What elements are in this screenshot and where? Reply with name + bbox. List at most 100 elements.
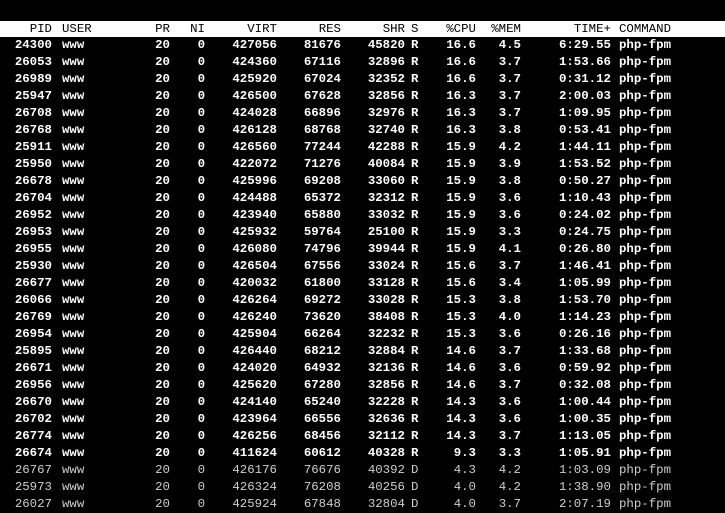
process-nice: 0 xyxy=(197,480,205,494)
process-command: php-fpm xyxy=(619,361,672,375)
process-priority: 20 xyxy=(155,412,170,426)
process-shr: 32352 xyxy=(367,72,405,86)
process-user: www xyxy=(62,344,85,358)
process-row[interactable]: 26053 www 20 0 424360 67116 32896 R 16.6 3.7 1:53.… xyxy=(0,54,725,71)
column-header-cpu[interactable]: %CPU xyxy=(423,21,476,37)
column-header-virt[interactable]: VIRT xyxy=(205,21,277,37)
process-pid: 26767 xyxy=(14,463,52,477)
process-shr: 32976 xyxy=(367,106,405,120)
process-cpu: 15.9 xyxy=(446,140,476,154)
process-nice: 0 xyxy=(197,89,205,103)
process-time: 1:05.99 xyxy=(558,276,611,290)
process-pid: 26768 xyxy=(14,123,52,137)
column-header-pid[interactable]: PID xyxy=(0,21,52,37)
process-mem: 3.6 xyxy=(498,327,521,341)
process-state: R xyxy=(411,140,419,154)
process-pid: 26678 xyxy=(14,174,52,188)
process-row[interactable]: 25973 www 20 0 426324 76208 40256 D 4.0 4.2 1:38.9… xyxy=(0,479,725,496)
process-row[interactable]: 26774 www 20 0 426256 68456 32112 R 14.3 3.7 1:13.… xyxy=(0,428,725,445)
process-row[interactable]: 26066 www 20 0 426264 69272 33028 R 15.3 3.8 1:53.… xyxy=(0,292,725,309)
process-mem: 4.0 xyxy=(498,310,521,324)
process-row[interactable]: 25930 www 20 0 426504 67556 33024 R 15.6 3.7 1:46.… xyxy=(0,258,725,275)
process-virt: 423964 xyxy=(232,412,277,426)
column-header-time[interactable]: TIME+ xyxy=(521,21,611,37)
process-user: www xyxy=(62,225,85,239)
process-pid: 26677 xyxy=(14,276,52,290)
process-row[interactable]: 26954 www 20 0 425904 66264 32232 R 15.3 3.6 0:26.… xyxy=(0,326,725,343)
process-row[interactable]: 26769 www 20 0 426240 73620 38408 R 15.3 4.0 1:14.… xyxy=(0,309,725,326)
process-res: 73620 xyxy=(303,310,341,324)
column-header-mem[interactable]: %MEM xyxy=(476,21,521,37)
process-command: php-fpm xyxy=(619,412,672,426)
process-row[interactable]: 25895 www 20 0 426440 68212 32884 R 14.6 3.7 1:33.… xyxy=(0,343,725,360)
process-row[interactable]: 25950 www 20 0 422072 71276 40084 R 15.9 3.9 1:53.… xyxy=(0,156,725,173)
column-header-shr[interactable]: SHR xyxy=(341,21,405,37)
process-row[interactable]: 26027 www 20 0 425924 67848 32804 D 4.0 3.7 2:07.1… xyxy=(0,496,725,513)
process-time: 0:59.92 xyxy=(558,361,611,375)
process-state: R xyxy=(411,446,419,460)
process-res: 67024 xyxy=(303,72,341,86)
column-header-priority[interactable]: PR xyxy=(120,21,170,37)
column-header-command[interactable]: COMMAND xyxy=(619,21,725,37)
process-shr: 33028 xyxy=(367,293,405,307)
process-row[interactable]: 26768 www 20 0 426128 68768 32740 R 16.3 3.8 0:53.… xyxy=(0,122,725,139)
column-header-res[interactable]: RES xyxy=(277,21,341,37)
process-row[interactable]: 26671 www 20 0 424020 64932 32136 R 14.6 3.6 0:59.… xyxy=(0,360,725,377)
process-time: 1:46.41 xyxy=(558,259,611,273)
process-virt: 426176 xyxy=(232,463,277,477)
column-header-state[interactable]: S xyxy=(411,21,423,37)
process-priority: 20 xyxy=(155,157,170,171)
process-command: php-fpm xyxy=(619,497,672,511)
process-mem: 3.7 xyxy=(498,89,521,103)
process-virt: 423940 xyxy=(232,208,277,222)
process-pid: 24300 xyxy=(14,38,52,52)
process-row[interactable]: 26989 www 20 0 425920 67024 32352 R 16.6 3.7 0:31.… xyxy=(0,71,725,88)
process-res: 66264 xyxy=(303,327,341,341)
process-user: www xyxy=(62,361,85,375)
process-res: 67280 xyxy=(303,378,341,392)
process-priority: 20 xyxy=(155,429,170,443)
process-row[interactable]: 24300 www 20 0 427056 81676 45820 R 16.6 4.5 6:29.… xyxy=(0,37,725,54)
column-header-nice[interactable]: NI xyxy=(170,21,205,37)
process-time: 1:14.23 xyxy=(558,310,611,324)
process-state: R xyxy=(411,259,419,273)
process-row[interactable]: 26670 www 20 0 424140 65240 32228 R 14.3 3.6 1:00.… xyxy=(0,394,725,411)
process-table-header: PID USER PR NI VIRT RES SHR S %CPU %MEM … xyxy=(0,21,725,37)
process-pid: 26027 xyxy=(14,497,52,511)
process-res: 67848 xyxy=(303,497,341,511)
process-user: www xyxy=(62,38,85,52)
process-nice: 0 xyxy=(197,412,205,426)
process-virt: 426080 xyxy=(232,242,277,256)
process-command: php-fpm xyxy=(619,174,672,188)
process-priority: 20 xyxy=(155,395,170,409)
process-res: 68212 xyxy=(303,344,341,358)
process-row[interactable]: 26952 www 20 0 423940 65880 33032 R 15.9 3.6 0:24.… xyxy=(0,207,725,224)
process-row[interactable]: 26702 www 20 0 423964 66556 32636 R 14.3 3.6 1:00.… xyxy=(0,411,725,428)
process-row[interactable]: 26955 www 20 0 426080 74796 39944 R 15.9 4.1 0:26.… xyxy=(0,241,725,258)
process-nice: 0 xyxy=(197,72,205,86)
process-user: www xyxy=(62,174,85,188)
process-row[interactable]: 26704 www 20 0 424488 65372 32312 R 15.9 3.6 1:10.… xyxy=(0,190,725,207)
process-row[interactable]: 26674 www 20 0 411624 60612 40328 R 9.3 3.3 1:05.9… xyxy=(0,445,725,462)
process-row[interactable]: 26708 www 20 0 424028 66896 32976 R 16.3 3.7 1:09.… xyxy=(0,105,725,122)
process-pid: 26053 xyxy=(14,55,52,69)
process-user: www xyxy=(62,429,85,443)
process-res: 67556 xyxy=(303,259,341,273)
process-row[interactable]: 25947 www 20 0 426500 67628 32856 R 16.3 3.7 2:00.… xyxy=(0,88,725,105)
process-priority: 20 xyxy=(155,327,170,341)
process-user: www xyxy=(62,293,85,307)
process-row[interactable]: 26677 www 20 0 420032 61800 33128 R 15.6 3.4 1:05.… xyxy=(0,275,725,292)
column-header-user[interactable]: USER xyxy=(62,21,122,37)
process-row[interactable]: 26767 www 20 0 426176 76676 40392 D 4.3 4.2 1:03.0… xyxy=(0,462,725,479)
process-row[interactable]: 26956 www 20 0 425620 67280 32856 R 14.6 3.7 0:32.… xyxy=(0,377,725,394)
process-row[interactable]: 26678 www 20 0 425996 69208 33060 R 15.9 3.8 0:50.… xyxy=(0,173,725,190)
process-cpu: 14.6 xyxy=(446,378,476,392)
process-shr: 33128 xyxy=(367,276,405,290)
process-state: R xyxy=(411,242,419,256)
process-row[interactable]: 25911 www 20 0 426560 77244 42288 R 15.9 4.2 1:44.… xyxy=(0,139,725,156)
process-state: R xyxy=(411,106,419,120)
process-row[interactable]: 26953 www 20 0 425932 59764 25100 R 15.9 3.3 0:24.… xyxy=(0,224,725,241)
process-virt: 422072 xyxy=(232,157,277,171)
process-res: 68768 xyxy=(303,123,341,137)
process-nice: 0 xyxy=(197,259,205,273)
